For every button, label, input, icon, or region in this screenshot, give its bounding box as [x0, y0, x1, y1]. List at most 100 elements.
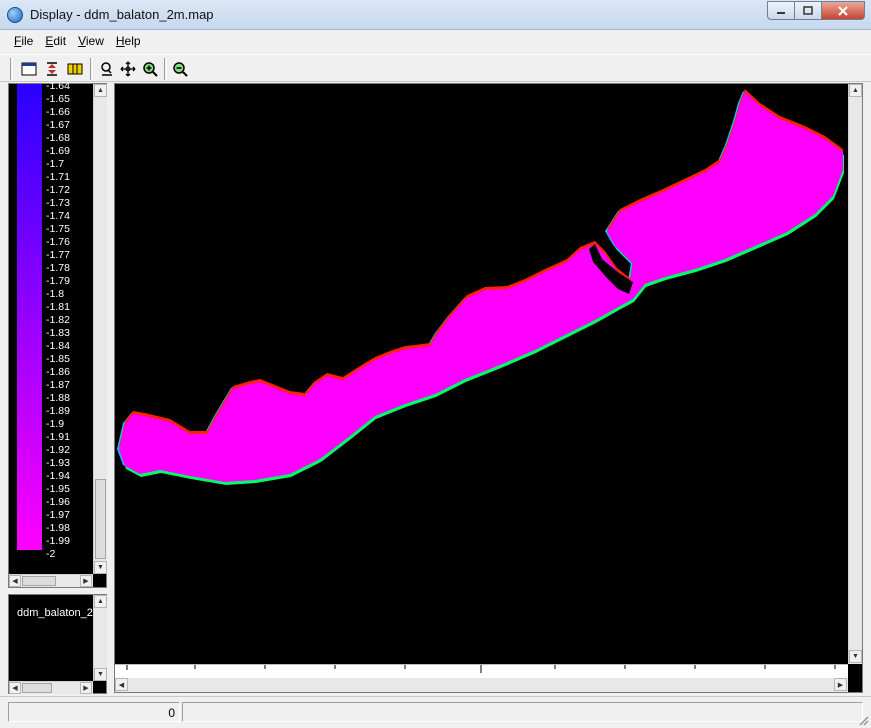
scroll-left-button[interactable]: ◀	[9, 682, 21, 694]
menu-help[interactable]: Help	[110, 30, 147, 52]
toolbar-grip[interactable]	[164, 58, 167, 80]
layer-horizontal-scrollbar[interactable]: ◀ ▶	[9, 681, 93, 694]
maximize-icon	[803, 6, 813, 15]
zoom-out-icon	[173, 62, 188, 77]
window-controls	[767, 1, 865, 20]
window-icon	[21, 62, 37, 76]
legend-label: -1.81	[46, 301, 70, 313]
legend-label: -1.78	[46, 262, 70, 274]
zoom-out-button[interactable]	[169, 58, 191, 80]
legend-label: -1.91	[46, 431, 70, 443]
toolbar-grip[interactable]	[90, 58, 93, 80]
legend-label: -1.76	[46, 236, 70, 248]
legend-label: -1.95	[46, 483, 70, 495]
menu-file[interactable]: File	[8, 30, 39, 52]
window-title: Display - ddm_balaton_2m.map	[30, 7, 214, 22]
stretch-button[interactable]	[41, 58, 63, 80]
scroll-up-button[interactable]: ▲	[94, 595, 107, 608]
legend-label: -1.85	[46, 353, 70, 365]
columns-button[interactable]	[64, 58, 86, 80]
map-canvas[interactable]	[115, 84, 848, 664]
layer-panel: ddm_balaton_2m ▲ ▼ ◀ ▶	[8, 594, 107, 694]
legend-label: -1.71	[46, 171, 70, 183]
status-field	[182, 702, 863, 722]
legend-panel: -1.64 -1.65 -1.66 -1.67 -1.68 -1.69 -1.7 -1.71-…	[8, 80, 107, 588]
scroll-up-button[interactable]: ▲	[94, 84, 107, 97]
legend-label: -1.87	[46, 379, 70, 391]
move-icon	[120, 61, 136, 77]
legend-label: -1.79	[46, 275, 70, 287]
legend-label: -1.77	[46, 249, 70, 261]
zoom-in-button[interactable]	[139, 58, 161, 80]
legend-label: -1.67	[46, 119, 70, 131]
legend-label: -1.96	[46, 496, 70, 508]
pan-icon	[101, 62, 112, 76]
menu-view[interactable]: View	[72, 30, 110, 52]
resize-grip-icon[interactable]	[857, 714, 869, 726]
legend-label: -1.9	[46, 418, 65, 430]
scroll-thumb[interactable]	[22, 576, 56, 586]
legend-label: -1.97	[46, 509, 70, 521]
legend-label: -1.8	[46, 288, 65, 300]
map-frame: ▲ ▼ ◀ ▶	[114, 83, 863, 693]
toolbar	[0, 54, 871, 82]
scroll-thumb[interactable]	[22, 683, 52, 693]
close-button[interactable]	[821, 1, 865, 20]
lake-body	[119, 92, 843, 482]
legend-label: -1.94	[46, 470, 70, 482]
status-bar: 0	[0, 696, 871, 728]
window-button[interactable]	[18, 58, 40, 80]
legend-label: -1.69	[46, 145, 70, 157]
legend-label: -1.89	[46, 405, 70, 417]
legend-label: -1.84	[46, 340, 70, 352]
map-horizontal-scrollbar[interactable]: ◀ ▶	[115, 678, 848, 692]
legend-label: -1.88	[46, 392, 70, 404]
legend-label: -1.64	[46, 80, 70, 92]
toolbar-grip[interactable]	[10, 58, 13, 80]
legend-label: -1.68	[46, 132, 70, 144]
legend-label: -1.65	[46, 93, 70, 105]
legend-vertical-scrollbar[interactable]: ▲ ▼	[93, 84, 107, 574]
scroll-right-button[interactable]: ▶	[80, 575, 92, 587]
stretch-icon	[47, 62, 57, 76]
legend-label: -1.92	[46, 444, 70, 456]
legend-label: -1.73	[46, 197, 70, 209]
legend-label: -1.74	[46, 210, 70, 222]
lake-raster	[117, 89, 844, 485]
zoom-in-icon	[143, 62, 158, 77]
layer-item[interactable]: ddm_balaton_2m	[17, 607, 93, 619]
close-icon	[838, 5, 848, 16]
status-value: 0	[168, 706, 175, 720]
legend-label: -2	[46, 548, 56, 560]
pan-button[interactable]	[96, 58, 118, 80]
legend-label: -1.98	[46, 522, 70, 534]
ruler-ticks	[126, 665, 836, 673]
scroll-down-button[interactable]: ▼	[94, 561, 107, 574]
scroll-down-button[interactable]: ▼	[849, 650, 862, 663]
scroll-down-button[interactable]: ▼	[94, 668, 107, 681]
status-field: 0	[8, 702, 180, 722]
legend-label: -1.93	[46, 457, 70, 469]
app-icon	[7, 7, 23, 23]
menu-edit[interactable]: Edit	[39, 30, 72, 52]
legend-label: -1.75	[46, 223, 70, 235]
maximize-button[interactable]	[794, 1, 821, 20]
scroll-up-button[interactable]: ▲	[849, 84, 862, 97]
color-ramp	[17, 84, 42, 550]
legend-label: -1.99	[46, 535, 70, 547]
move-button[interactable]	[117, 58, 139, 80]
minimize-button[interactable]	[767, 1, 794, 20]
layer-vertical-scrollbar[interactable]: ▲ ▼	[93, 595, 107, 681]
legend-label: -1.86	[46, 366, 70, 378]
scroll-thumb[interactable]	[95, 479, 106, 559]
legend-label: -1.72	[46, 184, 70, 196]
menu-bar: File Edit View Help	[0, 30, 871, 52]
scroll-left-button[interactable]: ◀	[115, 678, 128, 691]
scroll-right-button[interactable]: ▶	[80, 682, 92, 694]
scroll-right-button[interactable]: ▶	[834, 678, 847, 691]
scroll-left-button[interactable]: ◀	[9, 575, 21, 587]
map-vertical-scrollbar[interactable]: ▲ ▼	[848, 84, 862, 664]
map-ruler	[115, 664, 848, 678]
legend-horizontal-scrollbar[interactable]: ◀ ▶	[9, 574, 93, 587]
legend-label: -1.83	[46, 327, 70, 339]
